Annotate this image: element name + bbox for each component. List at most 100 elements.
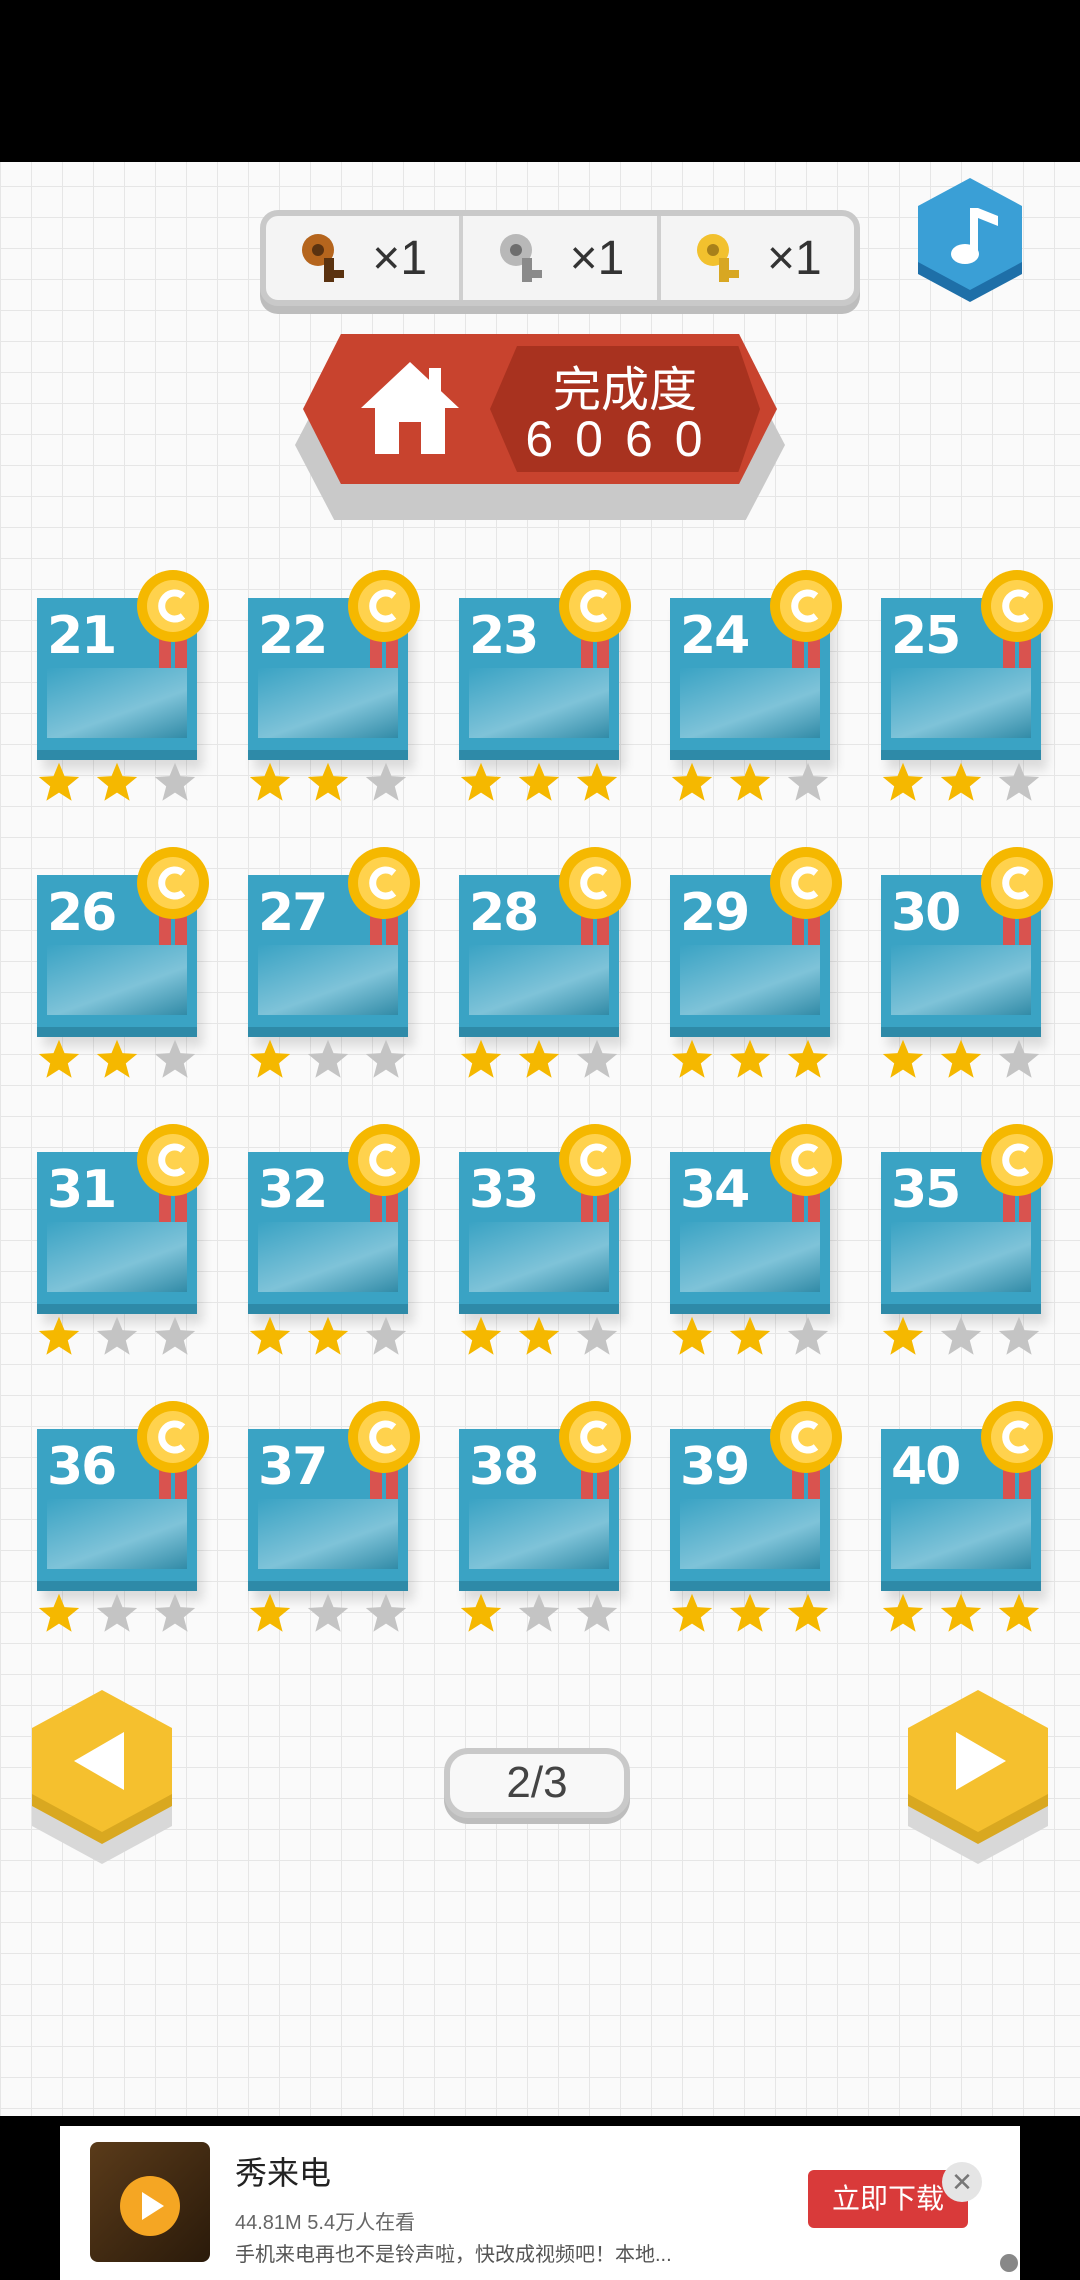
close-icon[interactable]: ✕ [942, 2162, 982, 2202]
level-thumbnail [258, 668, 398, 738]
star-filled-icon [518, 762, 560, 801]
level-tile[interactable]: 21 [37, 568, 209, 801]
key-slot-silver: ×1 [463, 216, 661, 300]
star-filled-icon [729, 762, 771, 801]
level-thumbnail [680, 1499, 820, 1569]
medal-icon [770, 570, 842, 668]
level-number: 32 [258, 1160, 328, 1220]
medal-icon [981, 847, 1053, 945]
level-number: 23 [469, 606, 539, 666]
next-page-button[interactable] [898, 1690, 1058, 1870]
star-filled-icon [249, 1316, 291, 1355]
star-rating [670, 1037, 840, 1081]
level-thumbnail [258, 945, 398, 1015]
star-rating [670, 1314, 840, 1358]
level-thumbnail [469, 945, 609, 1015]
level-tile[interactable]: 38 [459, 1399, 631, 1632]
star-rating [670, 760, 840, 804]
level-tile[interactable]: 22 [248, 568, 420, 801]
medal-icon [981, 570, 1053, 668]
level-tile[interactable]: 34 [670, 1122, 842, 1355]
level-tile[interactable]: 40 [881, 1399, 1053, 1632]
star-filled-icon [460, 1593, 502, 1632]
star-filled-icon [576, 762, 618, 801]
level-tile[interactable]: 37 [248, 1399, 420, 1632]
star-filled-icon [882, 1316, 924, 1355]
medal-icon [981, 1124, 1053, 1222]
silver-key-icon [499, 234, 542, 282]
level-thumbnail [891, 945, 1031, 1015]
level-number: 38 [469, 1437, 539, 1497]
level-number: 29 [680, 883, 750, 943]
star-filled-icon [787, 1039, 829, 1078]
star-rating [37, 1037, 207, 1081]
medal-icon [137, 1124, 209, 1222]
star-empty-icon [940, 1316, 982, 1355]
level-thumbnail [469, 1499, 609, 1569]
medal-icon [137, 570, 209, 668]
level-tile[interactable]: 23 [459, 568, 631, 801]
home-icon[interactable] [355, 354, 465, 464]
star-empty-icon [518, 1593, 560, 1632]
level-thumbnail [680, 1222, 820, 1292]
silver-key-count: ×1 [569, 231, 625, 285]
ad-card[interactable]: 秀来电 44.81M 5.4万人在看 手机来电再也不是铃声啦，快改成视频吧！本地… [60, 2126, 1020, 2280]
level-tile[interactable]: 26 [37, 845, 209, 1078]
completion-banner: 完成度 6060 [295, 330, 785, 530]
level-tile[interactable]: 29 [670, 845, 842, 1078]
level-number: 36 [47, 1437, 117, 1497]
medal-icon [559, 570, 631, 668]
level-tile[interactable]: 27 [248, 845, 420, 1078]
star-rating [248, 1314, 418, 1358]
level-thumbnail [47, 668, 187, 738]
star-filled-icon [96, 1039, 138, 1078]
level-tile[interactable]: 31 [37, 1122, 209, 1355]
star-empty-icon [365, 1316, 407, 1355]
level-tile[interactable]: 30 [881, 845, 1053, 1078]
level-tile[interactable]: 28 [459, 845, 631, 1078]
level-tile[interactable]: 35 [881, 1122, 1053, 1355]
star-empty-icon [998, 1039, 1040, 1078]
star-empty-icon [96, 1593, 138, 1632]
star-empty-icon [154, 762, 196, 801]
level-tile[interactable]: 36 [37, 1399, 209, 1632]
level-tile[interactable]: 32 [248, 1122, 420, 1355]
star-filled-icon [307, 762, 349, 801]
prev-page-button[interactable] [22, 1690, 182, 1870]
star-filled-icon [940, 1593, 982, 1632]
level-number: 22 [258, 606, 328, 666]
star-filled-icon [729, 1039, 771, 1078]
level-number: 26 [47, 883, 117, 943]
app-icon[interactable] [90, 2142, 210, 2262]
star-filled-icon [940, 762, 982, 801]
level-thumbnail [47, 1499, 187, 1569]
star-empty-icon [307, 1593, 349, 1632]
level-tile[interactable]: 25 [881, 568, 1053, 801]
star-rating [459, 1314, 629, 1358]
star-empty-icon [998, 762, 1040, 801]
keys-bar: ×1 ×1 ×1 [260, 210, 860, 306]
medal-icon [770, 1401, 842, 1499]
level-tile[interactable]: 39 [670, 1399, 842, 1632]
level-thumbnail [680, 945, 820, 1015]
key-slot-gold: ×1 [661, 216, 854, 300]
medal-icon [770, 847, 842, 945]
level-thumbnail [47, 1222, 187, 1292]
level-number: 31 [47, 1160, 117, 1220]
star-filled-icon [249, 762, 291, 801]
level-thumbnail [680, 668, 820, 738]
level-thumbnail [891, 1222, 1031, 1292]
star-filled-icon [787, 1593, 829, 1632]
level-thumbnail [469, 668, 609, 738]
music-button[interactable] [910, 178, 1030, 318]
star-filled-icon [96, 762, 138, 801]
level-tile[interactable]: 24 [670, 568, 842, 801]
star-rating [881, 1314, 1051, 1358]
star-filled-icon [38, 1593, 80, 1632]
star-rating [459, 1037, 629, 1081]
star-filled-icon [518, 1039, 560, 1078]
star-rating [459, 1591, 629, 1635]
star-filled-icon [38, 1316, 80, 1355]
level-tile[interactable]: 33 [459, 1122, 631, 1355]
star-rating [37, 1591, 207, 1635]
